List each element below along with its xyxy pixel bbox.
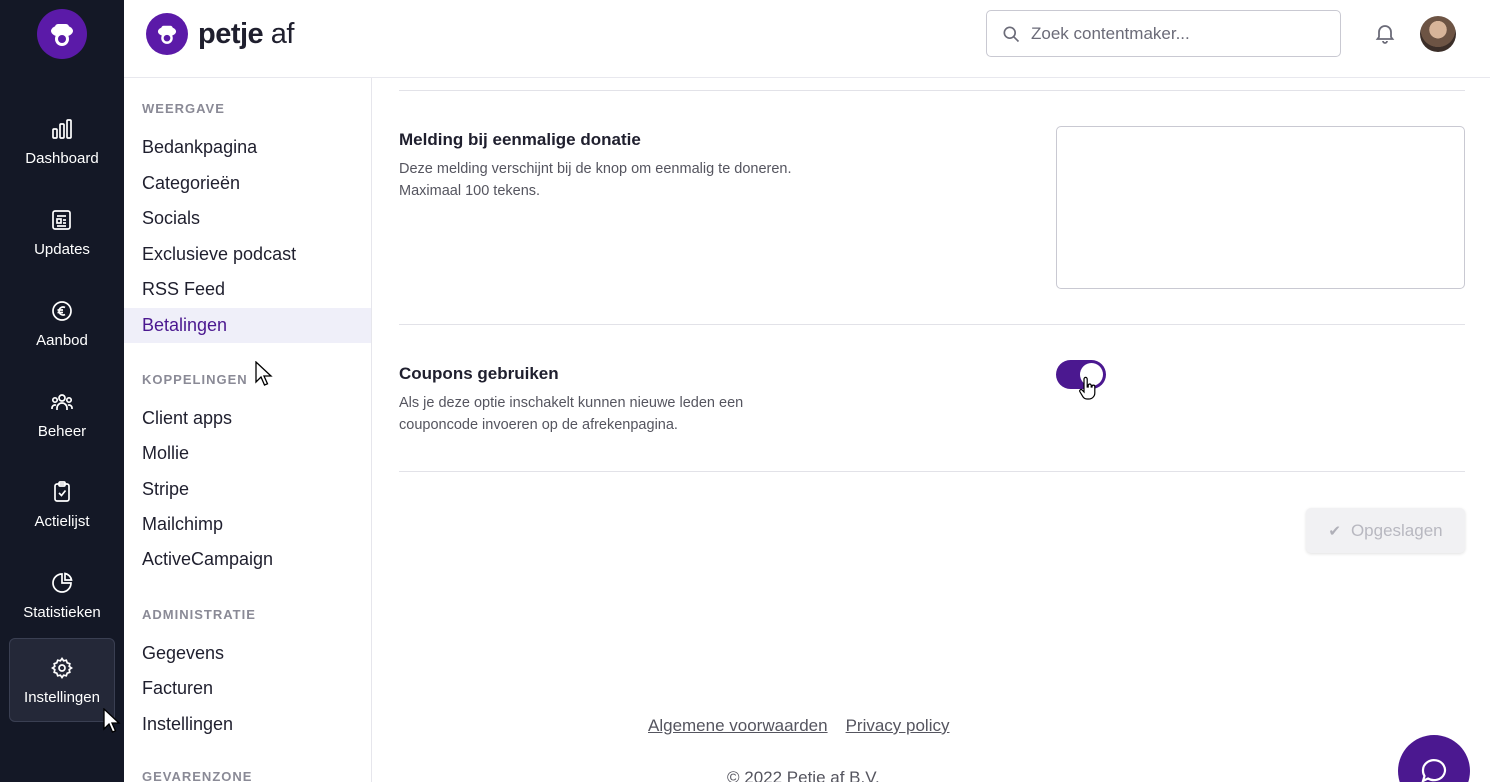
save-button-label: Opgeslagen <box>1350 520 1443 540</box>
subnav-item-betalingen[interactable]: Betalingen <box>124 308 371 343</box>
rail-item-dashboard[interactable]: Dashboard <box>9 99 115 183</box>
search-icon <box>1003 26 1020 42</box>
section-title-weergave: WEERGAVE <box>142 101 225 116</box>
avatar[interactable] <box>1420 16 1456 52</box>
donation-notice-description: Deze melding verschijnt bij de knop om e… <box>399 158 819 202</box>
check-icon: ✔ <box>1328 522 1341 540</box>
section-title-administratie: ADMINISTRATIE <box>142 607 256 622</box>
euro-icon <box>49 298 75 324</box>
rail-item-beheer[interactable]: Beheer <box>9 372 115 456</box>
subnav-item-instellingen[interactable]: Instellingen <box>124 707 371 742</box>
subnav-item-stripe[interactable]: Stripe <box>124 472 371 507</box>
donation-notice-desc-line1: Deze melding verschijnt bij de knop om e… <box>399 161 792 177</box>
subnav-item-bedankpagina[interactable]: Bedankpagina <box>124 130 371 165</box>
donation-notice-desc-line2: Maximaal 100 tekens. <box>399 183 541 199</box>
donation-notice-title: Melding bij eenmalige donatie <box>399 130 641 149</box>
coupons-desc-line1: Als je deze optie inschakelt kunnen nieu… <box>399 395 744 411</box>
bell-icon[interactable] <box>1373 21 1397 45</box>
top-header: petje af <box>124 0 1490 78</box>
subnav-item-exclusieve-podcast[interactable]: Exclusieve podcast <box>124 237 371 272</box>
subnav-item-facturen[interactable]: Facturen <box>124 671 371 706</box>
hat-logo-icon <box>146 13 188 55</box>
rail-item-aanbod[interactable]: Aanbod <box>9 281 115 365</box>
privacy-link[interactable]: Privacy policy <box>846 716 950 736</box>
subnav-item-activecampaign[interactable]: ActiveCampaign <box>124 542 371 577</box>
rail-item-instellingen[interactable]: Instellingen <box>9 638 115 722</box>
rail-item-label: Updates <box>34 240 90 258</box>
petje-af-logo[interactable] <box>37 9 87 59</box>
brand-name: petje af <box>198 18 294 51</box>
chat-bubble-icon <box>1421 759 1447 782</box>
divider <box>399 471 1465 472</box>
coupons-description: Als je deze optie inschakelt kunnen nieu… <box>399 392 819 436</box>
subnav-item-mailchimp[interactable]: Mailchimp <box>124 507 371 542</box>
subnav-item-socials[interactable]: Socials <box>124 201 371 236</box>
coupons-desc-line2: couponcode invoeren op de afrekenpagina. <box>399 417 678 433</box>
bar-chart-icon <box>49 116 75 142</box>
rail-item-actielijst[interactable]: Actielijst <box>9 462 115 546</box>
donation-notice-textarea[interactable] <box>1056 126 1465 289</box>
subnav-item-client-apps[interactable]: Client apps <box>124 401 371 436</box>
rail-item-label: Instellingen <box>24 688 100 706</box>
hand-pointer-icon <box>1078 376 1098 402</box>
rail-item-label: Statistieken <box>23 603 101 621</box>
rail-item-updates[interactable]: Updates <box>9 190 115 274</box>
app-window: Dashboard Updates Aanbod Beheer Actielij <box>0 0 1490 782</box>
footer-links: Algemene voorwaarden Privacy policy <box>648 716 949 736</box>
mouse-pointer-icon <box>103 707 123 734</box>
subnav-item-mollie[interactable]: Mollie <box>124 436 371 471</box>
gear-icon <box>49 655 75 681</box>
pie-chart-icon <box>49 570 75 596</box>
terms-link[interactable]: Algemene voorwaarden <box>648 716 828 736</box>
hat-logo-icon <box>51 24 73 46</box>
rail-item-label: Aanbod <box>36 331 88 349</box>
brand-name-thin: af <box>263 17 295 50</box>
subnav-item-categorieen[interactable]: Categorieën <box>124 166 371 201</box>
rail-item-label: Dashboard <box>25 149 99 167</box>
search-input[interactable] <box>1031 23 1331 44</box>
main-rail: Dashboard Updates Aanbod Beheer Actielij <box>0 0 124 782</box>
mouse-pointer-icon <box>255 360 275 387</box>
rail-item-label: Actielijst <box>34 512 90 530</box>
brand-logo[interactable]: petje af <box>146 13 294 55</box>
section-title-gevarenzone: GEVARENZONE <box>142 769 253 782</box>
settings-subnav: WEERGAVE Bedankpagina Categorieën Social… <box>124 78 372 782</box>
clipboard-check-icon <box>49 479 75 505</box>
brand-name-bold: petje <box>198 17 264 50</box>
divider <box>399 324 1465 325</box>
section-title-koppelingen: KOPPELINGEN <box>142 372 248 387</box>
rail-item-label: Beheer <box>37 422 87 440</box>
coupons-title: Coupons gebruiken <box>399 364 559 383</box>
copyright: © 2022 Petje af B.V. <box>727 768 880 782</box>
search-box[interactable] <box>986 10 1341 57</box>
users-icon <box>49 389 75 415</box>
payments-settings: Melding bij eenmalige donatie Deze meldi… <box>372 78 1490 782</box>
divider <box>399 90 1465 91</box>
subnav-item-rss-feed[interactable]: RSS Feed <box>124 272 371 307</box>
rail-item-statistieken[interactable]: Statistieken <box>9 553 115 637</box>
newspaper-icon <box>49 207 75 233</box>
save-button[interactable]: ✔ Opgeslagen <box>1306 508 1465 553</box>
subnav-item-gegevens[interactable]: Gegevens <box>124 636 371 671</box>
chat-button[interactable] <box>1398 735 1470 782</box>
